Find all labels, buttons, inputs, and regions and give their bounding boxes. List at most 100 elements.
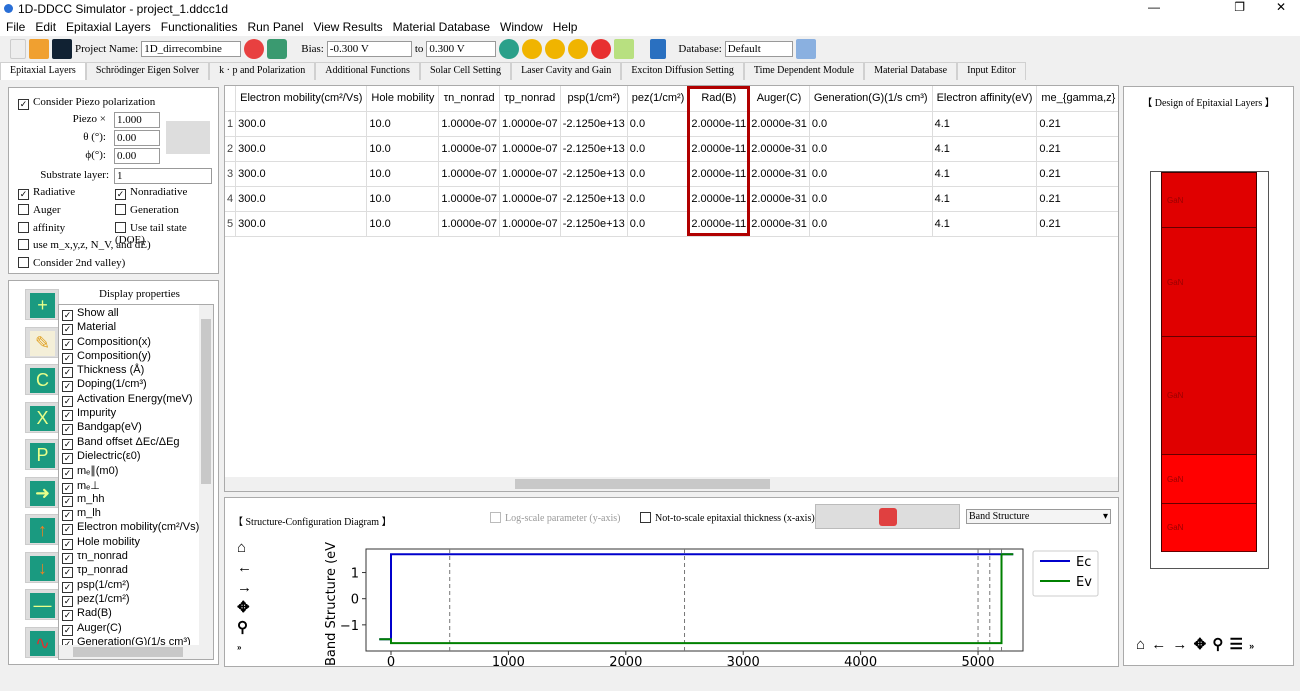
column-header[interactable]: Hole mobility: [366, 86, 440, 112]
menu-edit[interactable]: Edit: [35, 18, 56, 34]
menu-material-database[interactable]: Material Database: [393, 18, 490, 34]
tab-exciton-diffusion[interactable]: Exciton Diffusion Setting: [621, 62, 744, 80]
plot-button[interactable]: ∿: [25, 626, 59, 658]
display-property-item[interactable]: ✓ τp_nonrad: [62, 564, 197, 579]
move-up-button[interactable]: ↑: [25, 514, 59, 545]
table-cell[interactable]: 10.0: [366, 136, 440, 162]
display-property-item[interactable]: ✓ Doping(1/cm³): [62, 378, 197, 393]
column-header[interactable]: Auger(C): [748, 86, 810, 112]
table-cell[interactable]: -2.1250e+13: [560, 161, 628, 187]
display-property-item[interactable]: ✓ Auger(C): [62, 622, 197, 636]
tab-additional-functions[interactable]: Additional Functions: [315, 62, 420, 80]
column-header[interactable]: me_{gamma,z} (m: [1036, 86, 1118, 112]
column-header[interactable]: Electron affinity(eV): [932, 86, 1038, 112]
menu-run-panel[interactable]: Run Panel: [247, 18, 303, 34]
display-property-item[interactable]: ✓ mₑ∥(m0): [62, 464, 197, 480]
radiative-checkbox[interactable]: ✓ Radiative: [18, 186, 75, 200]
piezo-checkbox[interactable]: ✓ Consider Piezo polarization: [18, 96, 155, 110]
table-cell[interactable]: 2.0000e-31: [748, 136, 810, 162]
table-cell[interactable]: -2.1250e+13: [560, 136, 628, 162]
table-cell[interactable]: 0.21: [1036, 136, 1118, 162]
table-cell[interactable]: 1.0000e-07: [499, 211, 561, 237]
close-icon[interactable]: ✕: [1276, 0, 1286, 14]
table-cell[interactable]: 0.0: [627, 111, 690, 137]
table-cell[interactable]: 10.0: [366, 161, 440, 187]
display-property-item[interactable]: ✓ m_lh: [62, 507, 197, 522]
save-icon[interactable]: [52, 39, 72, 59]
column-header[interactable]: Electron mobility(cm²/Vs): [235, 86, 368, 112]
table-cell[interactable]: 0.21: [1036, 161, 1118, 187]
batch-run-icon[interactable]: [568, 39, 589, 59]
auger-checkbox[interactable]: Auger: [18, 204, 61, 216]
display-property-item[interactable]: ✓ Thickness (Å): [62, 364, 197, 379]
display-property-item[interactable]: ✓ psp(1/cm²): [62, 579, 197, 593]
table-cell[interactable]: 2.0000e-31: [748, 186, 810, 212]
tab-material-database[interactable]: Material Database: [864, 62, 958, 80]
database-refresh-icon[interactable]: [795, 39, 816, 59]
table-cell[interactable]: 300.0: [235, 186, 368, 212]
display-property-item[interactable]: ✓ Material: [62, 321, 197, 336]
display-property-item[interactable]: ✓ Dielectric(ε0): [62, 450, 197, 464]
horizontal-scrollbar[interactable]: [59, 645, 213, 659]
open-folder-icon[interactable]: [29, 39, 49, 59]
table-cell[interactable]: 10.0: [366, 211, 440, 237]
table-cell[interactable]: 2.0000e-31: [748, 211, 810, 237]
row-number[interactable]: 2: [225, 136, 237, 162]
menu-view-results[interactable]: View Results: [314, 18, 383, 34]
table-cell[interactable]: 1.0000e-07: [499, 161, 561, 187]
tab-epitaxial-layers[interactable]: Epitaxial Layers: [0, 62, 86, 80]
table-cell[interactable]: 0.0: [627, 186, 690, 212]
table-cell[interactable]: -2.1250e+13: [560, 211, 628, 237]
run-all-icon[interactable]: [545, 39, 566, 59]
table-cell[interactable]: 1.0000e-07: [499, 111, 561, 137]
table-cell[interactable]: 4.1: [932, 136, 1038, 162]
column-header[interactable]: psp(1/cm²): [560, 86, 628, 112]
tab-solar-cell[interactable]: Solar Cell Setting: [419, 62, 512, 80]
table-cell[interactable]: 4.1: [932, 161, 1038, 187]
generation-checkbox[interactable]: Generation: [115, 204, 179, 216]
table-cell[interactable]: 0.21: [1036, 211, 1118, 237]
display-property-item[interactable]: ✓ Band offset ΔEc/ΔEg: [62, 436, 197, 450]
table-cell[interactable]: 0.0: [627, 136, 690, 162]
cut-button[interactable]: X: [25, 401, 59, 433]
row-number[interactable]: 1: [225, 111, 237, 137]
column-header[interactable]: τn_nonrad: [438, 86, 501, 112]
remove-button[interactable]: —: [25, 589, 59, 620]
table-cell[interactable]: 0.0: [809, 211, 933, 237]
epitaxial-layer[interactable]: GaN: [1162, 455, 1256, 504]
table-cell[interactable]: 2.0000e-31: [748, 111, 810, 137]
tab-laser-cavity[interactable]: Laser Cavity and Gain: [511, 62, 622, 80]
new-file-icon[interactable]: [10, 39, 26, 59]
menu-epitaxial-layers[interactable]: Epitaxial Layers: [66, 18, 151, 34]
table-cell[interactable]: 0.0: [809, 161, 933, 187]
table-horizontal-scrollbar[interactable]: [225, 477, 1118, 491]
zoom-icon[interactable]: ⚲: [1212, 636, 1223, 653]
display-property-item[interactable]: ✓ Rad(B): [62, 607, 197, 622]
display-property-item[interactable]: ✓ Hole mobility: [62, 536, 197, 550]
display-property-item[interactable]: ✓ Composition(x): [62, 336, 197, 350]
table-cell[interactable]: 1.0000e-07: [499, 136, 561, 162]
phi-input[interactable]: 0.00: [114, 148, 160, 164]
use-mxyz-checkbox[interactable]: use m_x,y,z, N_V, and dE): [18, 239, 151, 251]
forward-arrow-icon[interactable]: →: [1172, 636, 1187, 653]
table-cell[interactable]: 1.0000e-07: [438, 211, 501, 237]
database-input[interactable]: Default: [724, 41, 793, 57]
table-cell[interactable]: 2.0000e-31: [748, 161, 810, 187]
display-property-item[interactable]: ✓ Composition(y): [62, 350, 197, 364]
row-number[interactable]: 3: [225, 161, 237, 187]
bias-to-input[interactable]: 0.300 V: [426, 41, 497, 57]
add-button[interactable]: +: [25, 289, 59, 320]
table-cell[interactable]: -2.1250e+13: [560, 186, 628, 212]
table-cell[interactable]: 1.0000e-07: [499, 186, 561, 212]
piezo-input[interactable]: 1.000: [114, 112, 160, 128]
epitaxial-layer[interactable]: GaN: [1162, 173, 1256, 228]
paste-button[interactable]: P: [25, 439, 59, 470]
edit-pencil-button[interactable]: ✎: [25, 326, 59, 358]
display-property-item[interactable]: ✓ Activation Energy(meV): [62, 393, 197, 407]
table-cell[interactable]: 1.0000e-07: [438, 111, 501, 137]
table-cell[interactable]: -2.1250e+13: [560, 111, 628, 137]
bias-from-input[interactable]: -0.300 V: [326, 41, 412, 57]
display-property-item[interactable]: ✓ Show all: [62, 307, 197, 321]
menu-help[interactable]: Help: [553, 18, 578, 34]
table-cell[interactable]: 300.0: [235, 161, 368, 187]
